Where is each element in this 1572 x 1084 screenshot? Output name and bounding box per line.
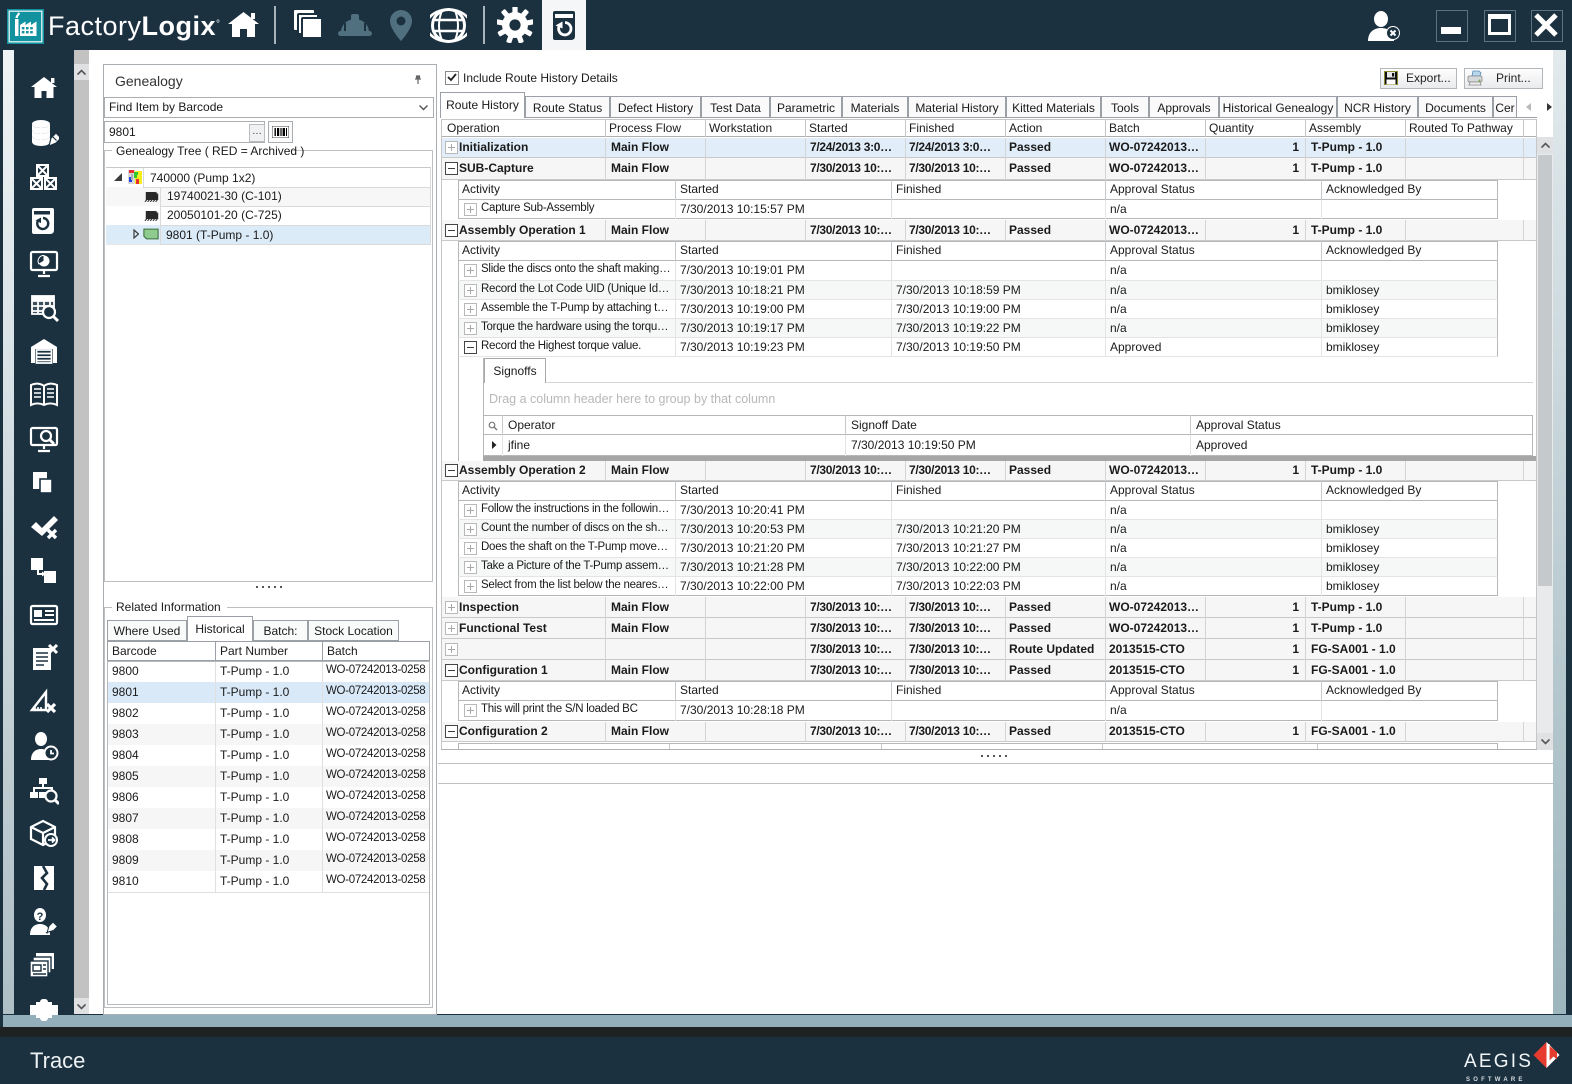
svg-text:?: ? bbox=[37, 911, 44, 923]
